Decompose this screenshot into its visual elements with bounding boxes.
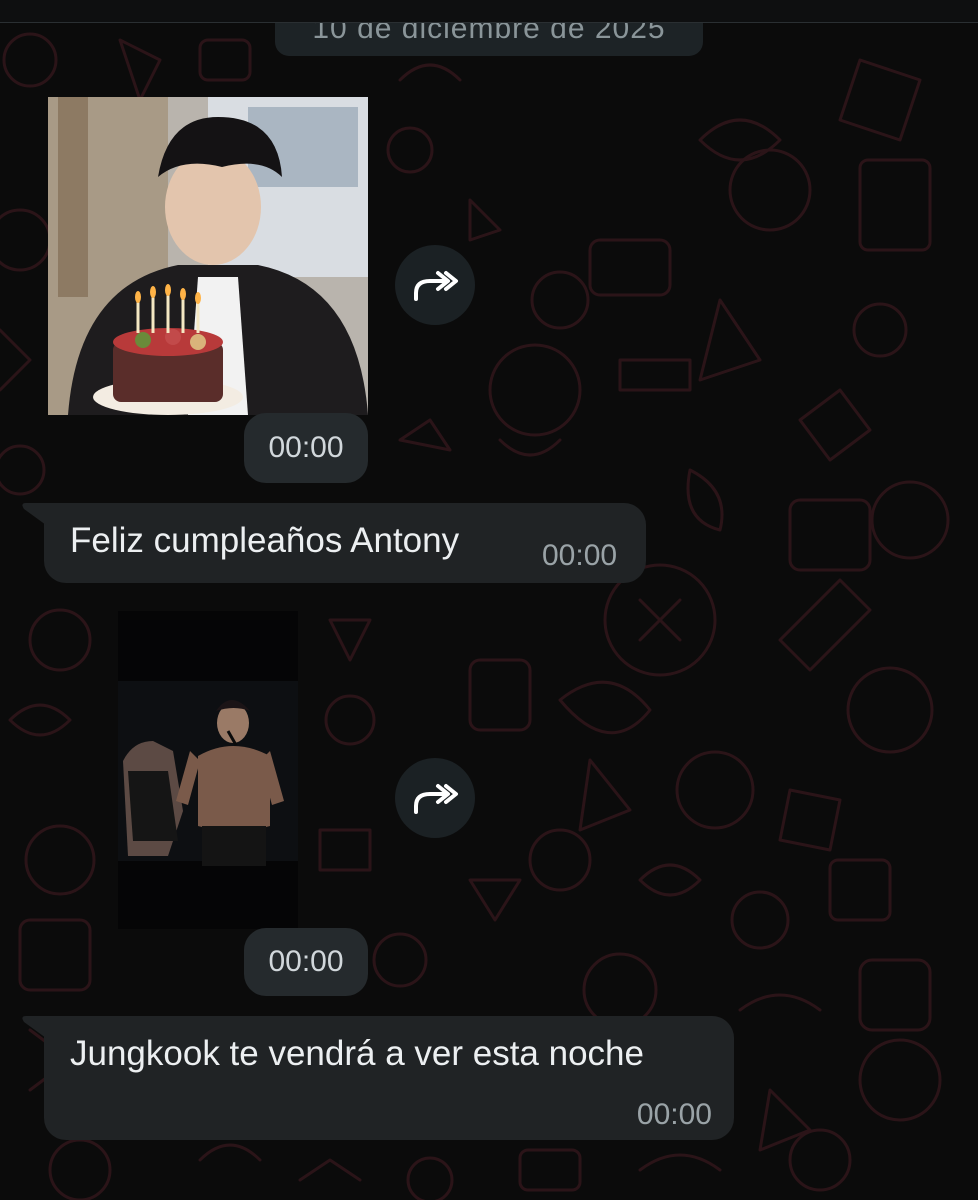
forward-button[interactable] xyxy=(395,245,475,325)
message-time: 00:00 xyxy=(636,1098,712,1131)
message-time: 00:00 xyxy=(542,539,618,572)
message-text: Feliz cumpleaños Antony xyxy=(70,521,460,560)
forward-button[interactable] xyxy=(395,758,475,838)
text-message-bubble[interactable]: Feliz cumpleaños Antony 00:00 xyxy=(22,503,646,583)
birthday-photo xyxy=(48,97,368,415)
image-message-stage[interactable] xyxy=(118,611,298,929)
message-text: Jungkook te vendrá a ver esta noche xyxy=(70,1034,644,1073)
image-message-birthday[interactable] xyxy=(48,97,368,415)
bubble-tail xyxy=(22,1016,46,1038)
stage-photo xyxy=(118,611,298,929)
bubble-tail xyxy=(22,503,46,525)
image-timestamp: 00:00 xyxy=(244,928,368,996)
header-edge xyxy=(0,0,978,23)
image-timestamp: 00:00 xyxy=(244,413,368,483)
forward-arrow-icon xyxy=(414,271,458,301)
text-message-bubble[interactable]: Jungkook te vendrá a ver esta noche 00:0… xyxy=(22,1016,734,1140)
forward-arrow-icon xyxy=(414,784,458,814)
